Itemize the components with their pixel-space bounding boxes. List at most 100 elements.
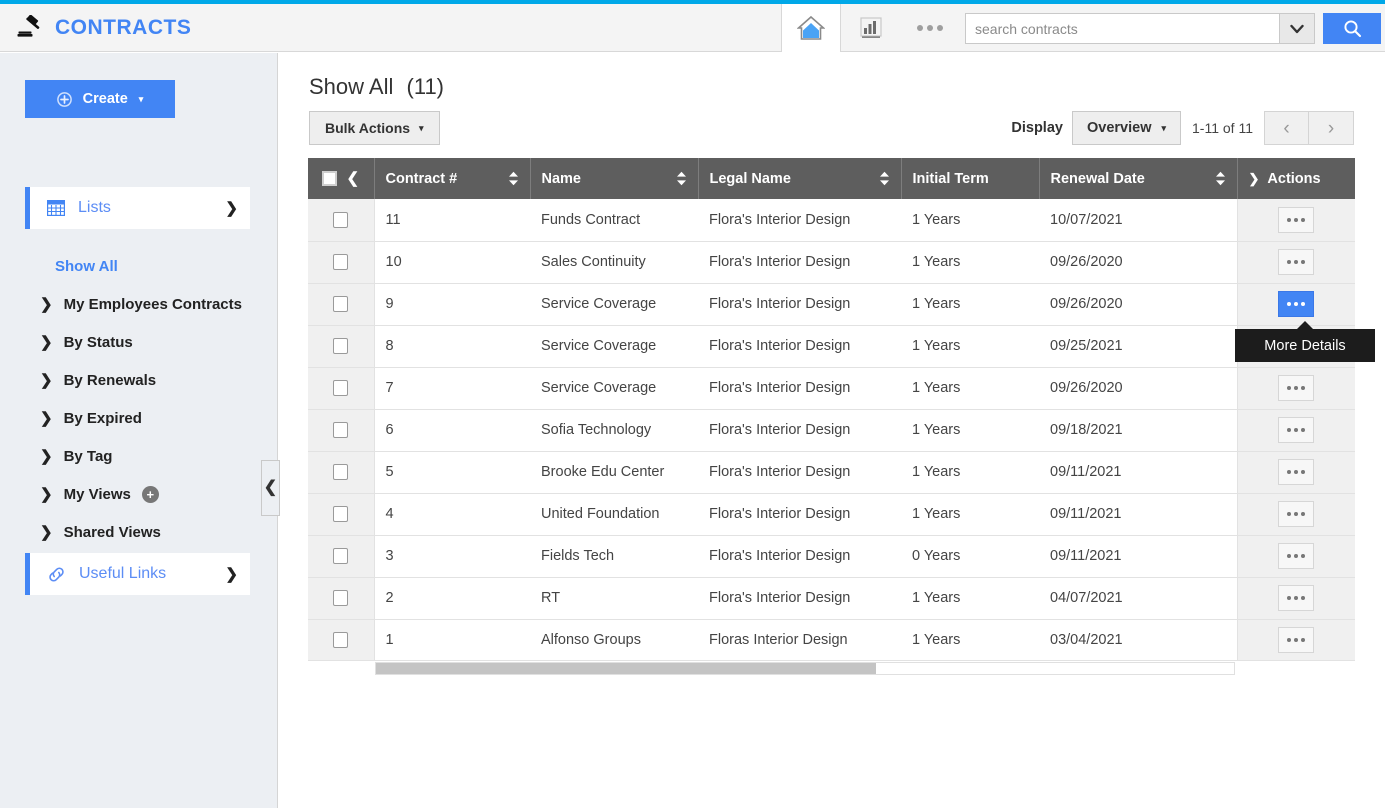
pagination-controls: ‹ › bbox=[1264, 111, 1354, 145]
sidebar-item-label: By Tag bbox=[63, 447, 113, 465]
next-page-button[interactable]: › bbox=[1309, 111, 1354, 145]
table-row[interactable]: 4 United Foundation Flora's Interior Desig… bbox=[308, 493, 1355, 536]
sidebar-group-lists[interactable]: Lists ❯ bbox=[25, 187, 250, 229]
table-row[interactable]: 8 Service Coverage Flora's Interior Design… bbox=[308, 325, 1355, 368]
cell-term: 1 Years bbox=[901, 409, 1039, 452]
chevron-down-icon: ▾ bbox=[138, 93, 144, 104]
row-checkbox[interactable] bbox=[333, 338, 349, 355]
table-horizontal-scrollbar[interactable] bbox=[308, 660, 1355, 675]
sidebar-item-my-views[interactable]: ❯ My Views + bbox=[0, 475, 278, 513]
row-checkbox[interactable] bbox=[333, 296, 349, 313]
select-all-checkbox[interactable] bbox=[322, 171, 338, 186]
row-checkbox[interactable] bbox=[333, 632, 349, 649]
row-more-actions-button[interactable] bbox=[1278, 417, 1315, 443]
column-header-renewal-date[interactable]: Renewal Date bbox=[1039, 158, 1238, 199]
column-header-name[interactable]: Name bbox=[530, 158, 699, 199]
table-row[interactable]: 3 Fields Tech Flora's Interior Design 0 Yea… bbox=[308, 535, 1355, 578]
row-actions-cell bbox=[1236, 409, 1355, 452]
sidebar-item-by-tag[interactable]: ❯ By Tag bbox=[0, 437, 278, 475]
add-view-icon[interactable]: + bbox=[141, 485, 159, 503]
bulk-actions-button[interactable]: Bulk Actions ▾ bbox=[309, 111, 440, 145]
row-checkbox[interactable] bbox=[333, 464, 349, 481]
search-submit-button[interactable] bbox=[1323, 13, 1381, 44]
chevron-right-icon: ❯ bbox=[40, 409, 53, 427]
contracts-table-wrapper: ❮ Contract # Name Legal Name Initial Ter… bbox=[308, 158, 1355, 662]
sidebar-item-by-status[interactable]: ❯ By Status bbox=[0, 323, 278, 361]
more-details-tooltip: More Details bbox=[1235, 321, 1375, 362]
table-row[interactable]: 6 Sofia Technology Flora's Interior Design… bbox=[308, 409, 1355, 452]
prev-page-button[interactable]: ‹ bbox=[1264, 111, 1309, 145]
row-checkbox[interactable] bbox=[333, 548, 349, 565]
row-select-cell bbox=[308, 409, 375, 452]
cell-number: 9 bbox=[374, 283, 530, 326]
row-select-cell bbox=[308, 451, 375, 494]
display-mode-select[interactable]: Overview ▾ bbox=[1071, 111, 1182, 145]
row-more-actions-button[interactable] bbox=[1278, 585, 1315, 611]
column-header-initial-term[interactable]: Initial Term bbox=[901, 158, 1040, 199]
sidebar-group-label: Useful Links bbox=[79, 565, 167, 582]
cell-name: Brooke Edu Center bbox=[530, 451, 698, 494]
scrollbar-thumb[interactable] bbox=[376, 663, 876, 674]
sidebar-item-label: By Expired bbox=[63, 409, 142, 427]
search-scope-dropdown[interactable] bbox=[1279, 13, 1315, 44]
sidebar-item-shared-views[interactable]: ❯ Shared Views bbox=[0, 513, 278, 551]
row-more-actions-button[interactable] bbox=[1278, 206, 1315, 233]
cell-renew: 09/11/2021 bbox=[1039, 451, 1237, 494]
cell-term: 1 Years bbox=[901, 619, 1039, 662]
table-row[interactable]: 9 Service Coverage Flora's Interior Design… bbox=[308, 283, 1355, 326]
chevron-right-icon[interactable]: ❯ bbox=[1249, 172, 1260, 185]
sort-icon bbox=[1215, 171, 1225, 186]
row-more-actions-button[interactable] bbox=[1278, 501, 1315, 527]
create-button[interactable]: Create ▾ bbox=[25, 80, 175, 118]
sidebar-group-useful-links[interactable]: Useful Links ❯ bbox=[25, 553, 250, 595]
table-row[interactable]: 1 Alfonso Groups Floras Interior Design 1 Y… bbox=[308, 619, 1355, 662]
column-label: Actions bbox=[1267, 170, 1321, 187]
cell-number: 1 bbox=[374, 619, 530, 662]
scrollbar-track[interactable] bbox=[375, 662, 1235, 675]
row-more-actions-button[interactable] bbox=[1278, 627, 1315, 653]
brand[interactable]: CONTRACTS bbox=[16, 4, 191, 52]
cell-term: 1 Years bbox=[901, 451, 1039, 494]
cell-name: RT bbox=[530, 577, 698, 620]
sidebar-item-my-employees-contracts[interactable]: ❯ My Employees Contracts bbox=[0, 285, 278, 323]
chevron-left-icon[interactable]: ❮ bbox=[346, 171, 359, 186]
cell-legal: Flora's Interior Design bbox=[698, 535, 901, 578]
row-checkbox[interactable] bbox=[333, 211, 349, 228]
row-checkbox[interactable] bbox=[333, 254, 349, 271]
row-select-cell bbox=[308, 241, 375, 284]
row-checkbox[interactable] bbox=[333, 422, 349, 439]
sidebar-item-show-all[interactable]: Show All bbox=[0, 247, 278, 285]
row-more-actions-button[interactable] bbox=[1278, 459, 1315, 485]
grid-icon bbox=[47, 200, 65, 216]
sidebar-item-by-expired[interactable]: ❯ By Expired bbox=[0, 399, 278, 437]
chevron-right-icon: › bbox=[1327, 117, 1335, 139]
row-more-actions-button[interactable] bbox=[1278, 249, 1315, 275]
table-row[interactable]: 5 Brooke Edu Center Flora's Interior Desig… bbox=[308, 451, 1355, 494]
more-options-button[interactable] bbox=[901, 4, 959, 52]
analytics-button[interactable] bbox=[841, 4, 901, 52]
sidebar-collapse-handle[interactable]: ❮ bbox=[261, 460, 280, 516]
sort-icon bbox=[676, 171, 686, 186]
home-button[interactable] bbox=[781, 4, 841, 52]
cell-number: 2 bbox=[374, 577, 530, 620]
row-checkbox[interactable] bbox=[333, 380, 349, 397]
table-row[interactable]: 2 RT Flora's Interior Design 1 Years 04/07/2… bbox=[308, 577, 1355, 620]
column-header-contract-number[interactable]: Contract # bbox=[374, 158, 531, 199]
row-more-actions-button[interactable] bbox=[1278, 375, 1315, 401]
cell-term: 1 Years bbox=[901, 577, 1039, 620]
search-icon bbox=[1343, 20, 1361, 38]
cell-renew: 09/11/2021 bbox=[1039, 493, 1237, 536]
sidebar-item-by-renewals[interactable]: ❯ By Renewals bbox=[0, 361, 278, 399]
table-row[interactable]: 10 Sales Continuity Flora's Interior Desig… bbox=[308, 241, 1355, 284]
table-row[interactable]: 7 Service Coverage Flora's Interior Design… bbox=[308, 367, 1355, 410]
row-checkbox[interactable] bbox=[333, 590, 349, 607]
cell-term: 0 Years bbox=[901, 535, 1039, 578]
row-more-actions-button[interactable] bbox=[1278, 291, 1315, 317]
column-header-legal-name[interactable]: Legal Name bbox=[698, 158, 902, 199]
row-checkbox[interactable] bbox=[333, 506, 349, 523]
display-label: Display bbox=[1011, 120, 1063, 136]
search-input[interactable] bbox=[965, 13, 1279, 44]
row-more-actions-button[interactable] bbox=[1278, 543, 1315, 569]
table-row[interactable]: 11 Funds Contract Flora's Interior Design 1… bbox=[308, 199, 1355, 242]
cell-legal: Flora's Interior Design bbox=[698, 199, 901, 242]
